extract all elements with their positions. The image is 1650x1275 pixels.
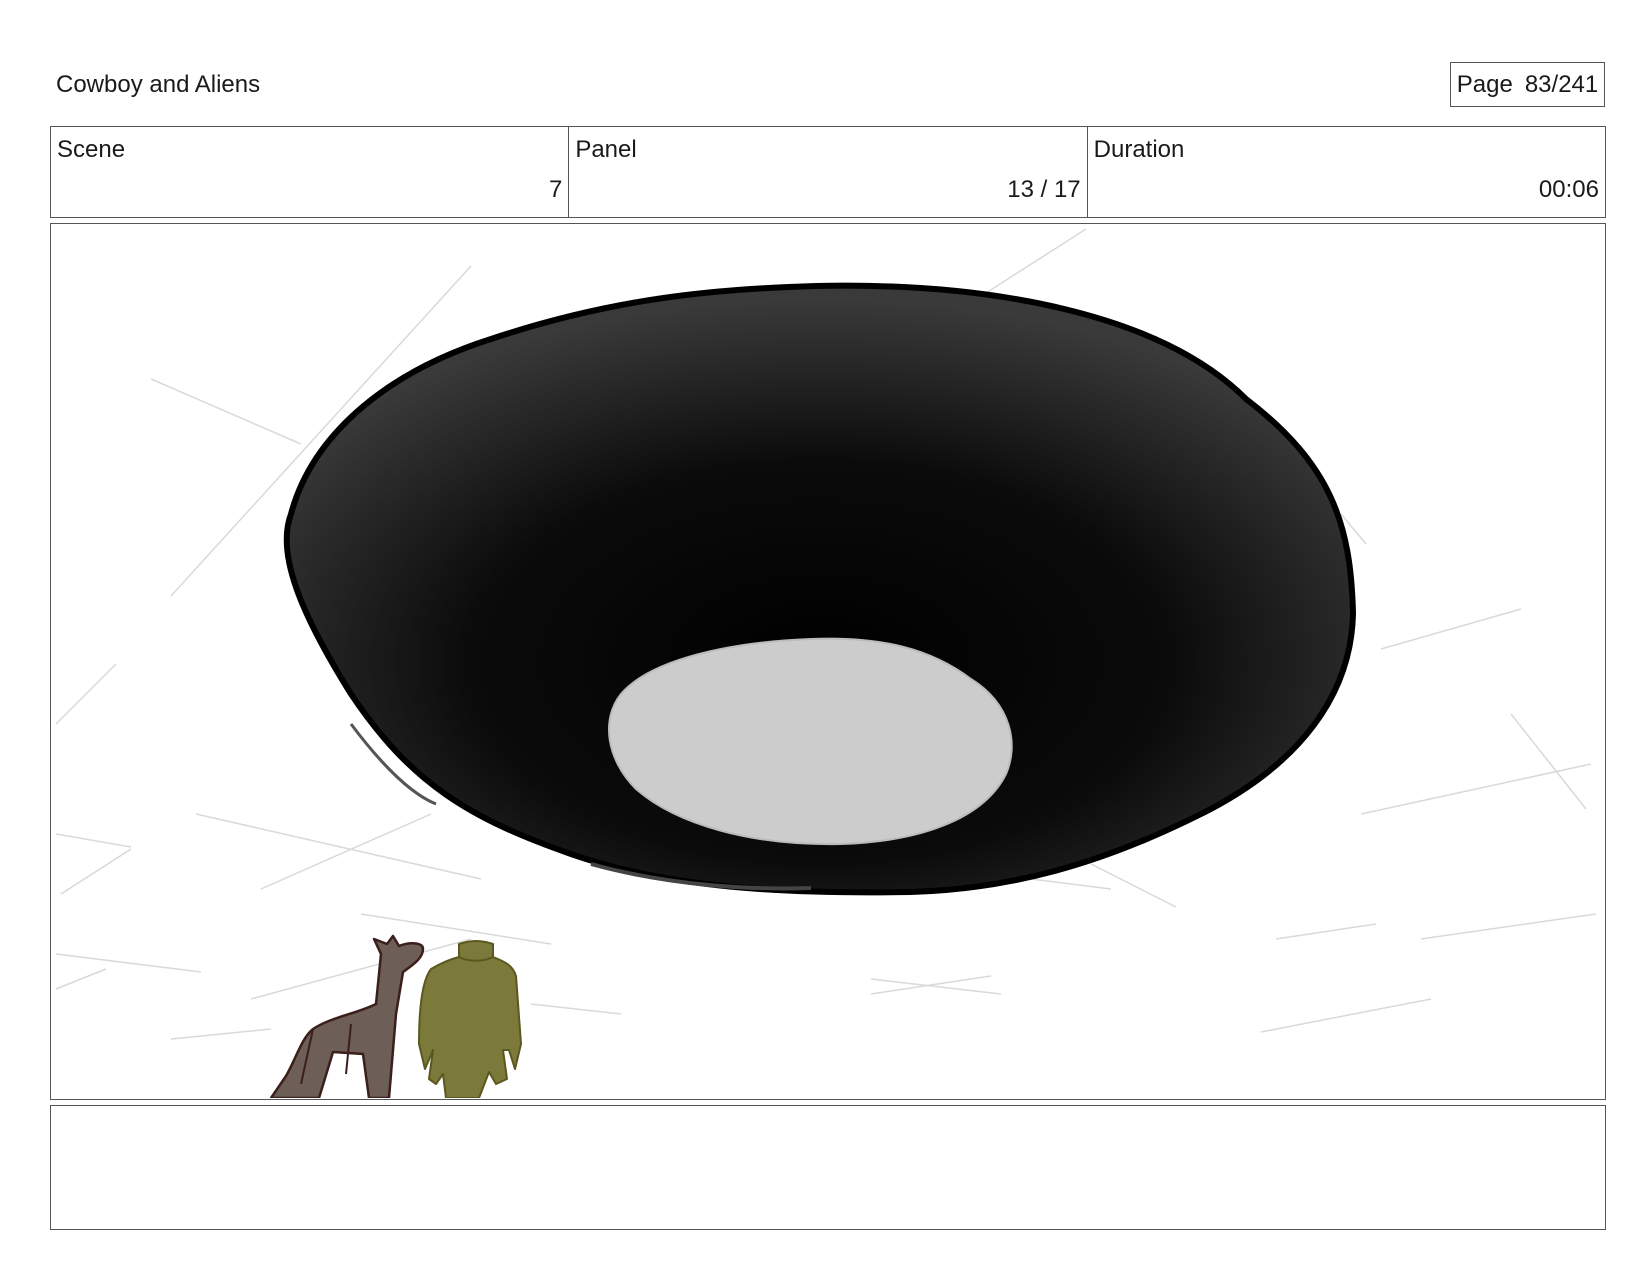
page-number: 83/241 — [1524, 70, 1599, 98]
ufo-saucer — [283, 282, 1356, 896]
page-indicator: Page 83/241 — [1450, 62, 1605, 107]
page-label: Page — [1456, 70, 1513, 98]
storyboard-panel — [50, 223, 1606, 1100]
panel-notes — [50, 1105, 1606, 1230]
scene-label: Scene — [57, 136, 126, 163]
duration-label: Duration — [1093, 136, 1185, 163]
project-title: Cowboy and Aliens — [56, 71, 261, 98]
cowboy-figure — [418, 940, 522, 1098]
scene-value: 7 — [548, 176, 563, 203]
panel-cell: Panel 13 / 17 — [569, 127, 1088, 217]
panel-info-table: Scene 7 Panel 13 / 17 Duration 00:06 — [50, 126, 1606, 218]
panel-label: Panel — [575, 136, 637, 163]
duration-value: 00:06 — [1538, 176, 1599, 203]
horse-figure — [269, 934, 425, 1098]
scene-cell: Scene 7 — [51, 127, 570, 217]
panel-drawing — [55, 228, 1597, 1098]
panel-value: 13 / 17 — [1007, 176, 1081, 203]
duration-cell: Duration 00:06 — [1088, 127, 1605, 217]
